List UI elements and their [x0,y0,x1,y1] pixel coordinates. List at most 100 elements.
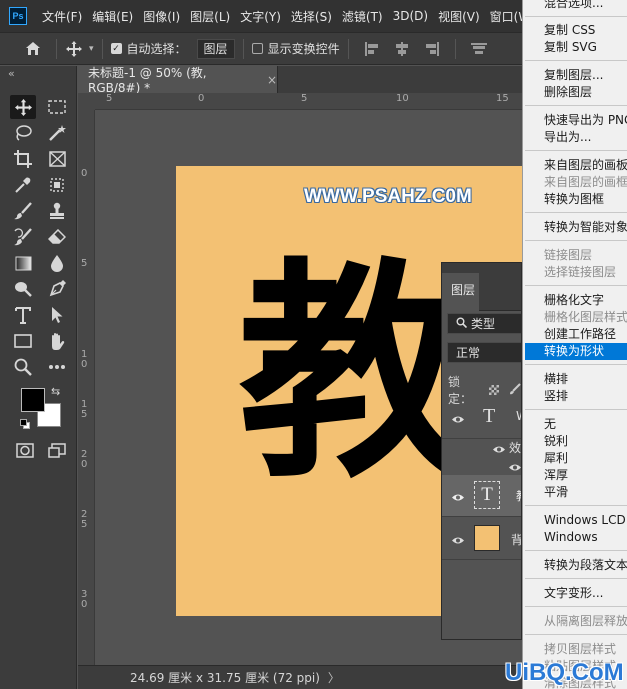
ruler-label: 2 0 [81,449,88,470]
layer-filter-dropdown[interactable]: 类型 [447,313,521,334]
rectangle-tool-icon[interactable] [10,329,36,353]
history-brush-tool-icon[interactable] [10,225,36,249]
eye-icon[interactable] [508,461,521,471]
menu-view[interactable]: 视图(V) [433,8,485,25]
text-layer-icon: T [474,481,500,509]
align-top-icon[interactable] [470,41,488,57]
menu-item-delete-layer[interactable]: 删除图层 [544,84,592,101]
zoom-tool-icon[interactable] [10,355,36,379]
more-tools-icon[interactable] [44,355,70,379]
eye-icon[interactable] [451,413,465,423]
gradient-tool-icon[interactable] [10,251,36,275]
menu-item-artboard-from-layers[interactable]: 来自图层的画板... [544,157,627,174]
menu-item-convert-to-smart-object[interactable]: 转换为智能对象 [544,219,627,236]
menu-item-warp-text[interactable]: 文字变形... [544,585,603,602]
chevron-right-icon[interactable]: 〉 [328,669,340,686]
align-center-icon[interactable] [393,41,411,57]
ruler-vertical: 0 5 1 0 1 5 2 0 2 5 3 0 [78,110,95,665]
text-layer-content[interactable]: 教 [238,258,470,490]
menu-filter[interactable]: 滤镜(T) [337,8,388,25]
menu-edit[interactable]: 编辑(E) [87,8,138,25]
context-menu: 混合选项... 复制 CSS 复制 SVG 复制图层... 删除图层 快速导出为… [522,0,627,689]
menu-item-aa-sharp[interactable]: 锐利 [544,433,568,450]
move-icon[interactable] [65,40,83,58]
tab-layers[interactable]: 图层 [442,273,479,311]
quick-mask-icon[interactable] [12,438,38,462]
watermark-text: WWW.PSAHZ.C0M [304,186,472,207]
menu-item-copy-svg[interactable]: 复制 SVG [544,39,597,56]
eye-icon[interactable] [451,534,465,544]
ruler-label: 2 5 [81,509,88,530]
hand-tool-icon[interactable] [44,329,70,353]
eraser-tool-icon[interactable] [44,225,70,249]
menu-type[interactable]: 文字(Y) [235,8,286,25]
layer-effects-row[interactable]: 效 [442,439,521,474]
default-colors-icon[interactable] [20,419,30,429]
menu-layer[interactable]: 图层(L) [185,8,235,25]
marquee-tool-icon[interactable] [44,95,70,119]
crop-tool-icon[interactable] [10,147,36,171]
menu-item-create-work-path[interactable]: 创建工作路径 [544,326,616,343]
menu-file[interactable]: 文件(F) [37,8,87,25]
path-selection-tool-icon[interactable] [44,303,70,327]
eyedropper-tool-icon[interactable] [10,173,36,197]
screen-mode-icon[interactable] [44,438,70,462]
dodge-tool-icon[interactable] [10,277,36,301]
menu-item-rasterize-type[interactable]: 栅格化文字 [544,292,604,309]
layer-row[interactable]: 背 [442,518,521,560]
stamp-tool-icon[interactable] [44,199,70,223]
menu-item-aa-none[interactable]: 无 [544,416,556,433]
menu-item-aa-crisp[interactable]: 犀利 [544,450,568,467]
menu-item-export-as[interactable]: 导出为... [544,129,591,146]
auto-select-checkbox[interactable]: ✓ [110,43,122,54]
chevron-down-icon[interactable]: ▾ [89,44,94,54]
swap-colors-icon[interactable]: ⇆ [51,385,60,398]
menu-item-aa-strong[interactable]: 浑厚 [544,467,568,484]
pen-tool-icon[interactable] [44,277,70,301]
lasso-tool-icon[interactable] [10,121,36,145]
menu-item-quick-export[interactable]: 快速导出为 PNG [544,112,627,129]
auto-select-label: 自动选择： [126,42,187,56]
menu-select[interactable]: 选择(S) [286,8,337,25]
type-tool-icon[interactable] [10,303,36,327]
collapse-icon[interactable]: « [8,67,15,80]
menu-item-blending-options[interactable]: 混合选项... [544,0,603,12]
photoshop-logo: Ps [9,7,27,25]
align-right-icon[interactable] [423,41,441,57]
blend-mode-dropdown[interactable]: 正常 [447,342,521,363]
layer-row[interactable]: T W [442,397,521,439]
menu-3d[interactable]: 3D(D) [388,9,433,23]
close-icon[interactable]: × [267,73,277,87]
menu-item-aa-smooth[interactable]: 平滑 [544,484,568,501]
menu-item-convert-to-paragraph[interactable]: 转换为段落文本 [544,557,627,574]
foreground-color-swatch[interactable] [21,388,45,412]
ruler-label: 1 0 [81,349,88,370]
align-left-icon[interactable] [363,41,381,57]
lock-paint-icon[interactable] [509,382,521,398]
blur-tool-icon[interactable] [44,251,70,275]
layer-row-selected[interactable]: T 教 [442,475,521,517]
menu-item-vertical[interactable]: 竖排 [544,388,568,405]
frame-tool-icon[interactable] [44,147,70,171]
menu-item-windows-lcd[interactable]: Windows LCD [544,512,626,529]
menu-item-convert-to-shape[interactable]: 转换为形状 [525,343,627,360]
home-icon[interactable] [24,40,42,58]
magic-wand-tool-icon[interactable] [44,121,70,145]
ruler-label: 0 [81,168,88,179]
ruler-label: 10 [396,93,409,104]
menu-item-copy-css[interactable]: 复制 CSS [544,22,595,39]
menu-image[interactable]: 图像(I) [138,8,185,25]
lock-transparent-icon[interactable] [489,385,499,395]
menu-item-windows[interactable]: Windows [544,529,598,546]
show-transform-checkbox[interactable] [251,43,263,54]
brush-tool-icon[interactable] [10,199,36,223]
menu-item-convert-to-frame[interactable]: 转换为图框 [544,191,604,208]
eye-icon[interactable] [451,491,465,501]
menu-item-horizontal[interactable]: 横排 [544,371,568,388]
document-tab[interactable]: 未标题-1 @ 50% (教, RGB/8#) * × [78,66,278,95]
object-selection-tool-icon[interactable] [44,173,70,197]
auto-select-target-dropdown[interactable]: 图层 [196,38,235,59]
menu-item-duplicate-layer[interactable]: 复制图层... [544,67,603,84]
move-tool-icon[interactable] [10,95,36,119]
eye-icon[interactable] [492,443,506,453]
